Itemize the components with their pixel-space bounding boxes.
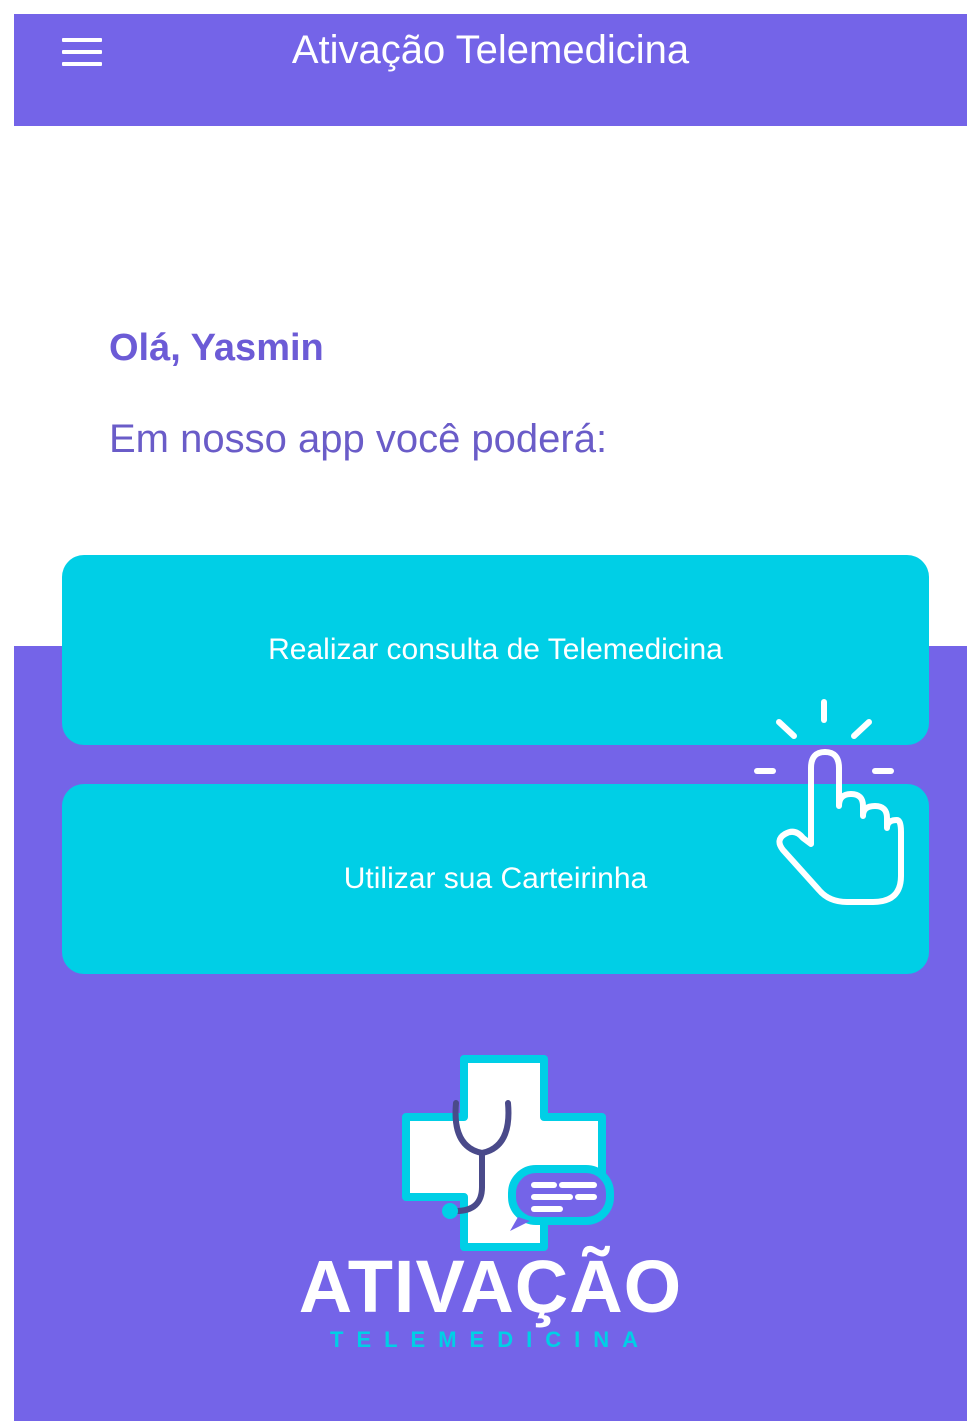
page-title: Ativação Telemedicina	[291, 28, 690, 72]
app-screen: Ativação Telemedicina Olá, Yasmin Em nos…	[14, 14, 967, 1421]
medical-cross-stethoscope-icon	[402, 1055, 614, 1251]
telemedicine-consult-label: Realizar consulta de Telemedicina	[268, 633, 723, 666]
intro-text: Em nosso app você poderá:	[109, 417, 608, 461]
tap-hand-icon	[754, 699, 904, 905]
logo-wordmark: ATIVAÇÃO	[298, 1245, 683, 1328]
membership-card-label: Utilizar sua Carteirinha	[343, 862, 648, 895]
greeting-text: Olá, Yasmin	[109, 327, 324, 369]
logo-subtitle: TELEMEDICINA	[330, 1327, 651, 1352]
app-bar: Ativação Telemedicina	[14, 14, 967, 126]
